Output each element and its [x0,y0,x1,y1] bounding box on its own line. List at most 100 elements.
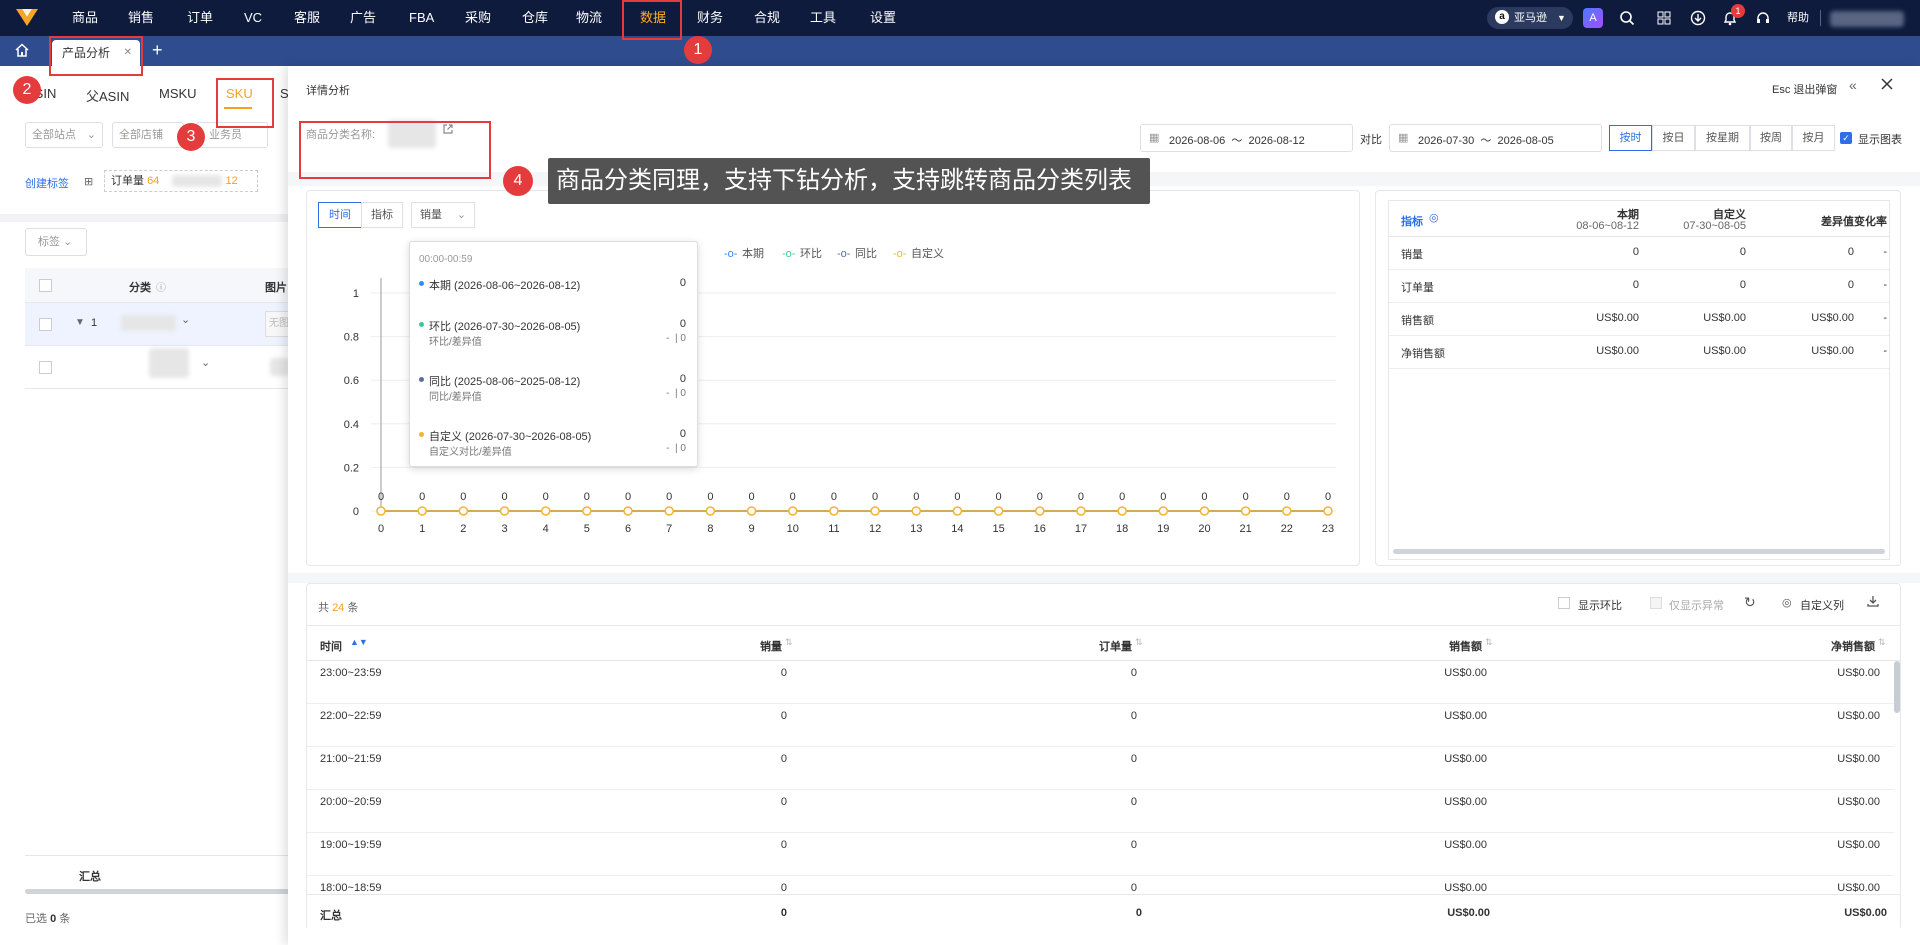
download-circle-icon[interactable] [1688,8,1708,28]
granularity-option[interactable]: 按月 [1792,125,1835,151]
grid-view-icon[interactable]: ⊞ [84,175,93,188]
home-icon[interactable] [14,42,32,60]
site-filter-select[interactable]: 全部站点 ⌄ [25,122,103,148]
nav-item[interactable]: 财务 [697,0,723,36]
data-point[interactable] [870,506,880,516]
data-point[interactable] [1158,506,1169,516]
data-point[interactable] [1076,506,1086,516]
shop-filter-select[interactable]: 全部店铺 [112,122,184,148]
table-row[interactable]: 23:00~23:59 0 0 US$0.00 US$0.00 [307,661,1894,704]
data-point[interactable] [705,506,716,516]
user-name-blurred[interactable] [1830,11,1904,27]
table-row[interactable]: ⌄ [25,346,290,389]
horizontal-scrollbar[interactable] [25,889,290,894]
nav-item[interactable]: 合规 [754,0,780,36]
col-sales-amount[interactable]: 销售额 [1407,638,1482,654]
data-point[interactable] [664,506,674,516]
custom-columns-icon[interactable]: ◎ [1782,596,1792,609]
data-point[interactable] [1282,506,1292,516]
granularity-option[interactable]: 按日 [1652,125,1695,151]
esc-exit-hint[interactable]: Esc 退出弹窗 [1772,81,1837,97]
table-row[interactable]: 20:00~20:59 0 0 US$0.00 US$0.00 [307,790,1894,833]
data-point[interactable] [499,506,510,516]
data-point[interactable] [746,506,757,516]
only-abnormal-checkbox[interactable] [1650,597,1662,609]
table-row[interactable]: 21:00~21:59 0 0 US$0.00 US$0.00 [307,747,1894,790]
granularity-option[interactable]: 按时 [1609,125,1652,151]
headset-support-icon[interactable] [1753,8,1773,28]
help-circle-icon[interactable]: ⓘ [156,279,166,294]
nav-item[interactable]: 商品 [72,0,98,36]
create-tag-link[interactable]: 创建标签 [25,175,69,191]
expand-caret-icon[interactable]: ▼ [75,317,85,328]
marketplace-switcher[interactable]: a 亚马逊 ▼ [1487,7,1573,29]
sort-icon[interactable]: ▲▼ [350,637,368,647]
nav-item[interactable]: 工具 [810,0,836,36]
data-point[interactable] [911,506,922,516]
col-time[interactable]: 时间 [320,638,342,654]
nav-item[interactable]: 客服 [294,0,320,36]
app-logo-icon[interactable] [14,6,40,30]
subtab-msku[interactable]: MSKU [159,86,197,101]
table-row[interactable]: 22:00~22:59 0 0 US$0.00 US$0.00 [307,704,1894,747]
col-order-qty[interactable]: 订单量 [1057,638,1132,654]
col-sales-qty[interactable]: 销量 [707,638,782,654]
table-row[interactable]: 19:00~19:59 0 0 US$0.00 US$0.00 [307,833,1894,876]
custom-columns-button[interactable]: 自定义列 [1800,597,1844,613]
compare-date-range-picker[interactable]: ▦ 2026-07-30 ～ 2026-08-05 [1389,124,1602,152]
data-point[interactable] [1199,506,1210,516]
tag-filter-button[interactable]: 标签 ⌄ [25,228,87,256]
data-point[interactable] [829,506,839,516]
data-point[interactable] [787,506,798,516]
nav-item[interactable]: FBA [409,0,434,36]
granularity-option[interactable]: 按周 [1750,125,1792,151]
search-icon[interactable] [1617,8,1637,28]
chevron-down-icon[interactable]: ⌄ [181,313,190,326]
data-point[interactable] [1240,506,1251,516]
vertical-scrollbar[interactable] [1894,661,1900,713]
data-point[interactable] [1035,506,1045,516]
nav-item[interactable]: 设置 [870,0,896,36]
table-row[interactable]: ▼ 1 ⌄ 无图 [25,303,295,346]
show-chart-checkbox[interactable]: ✓ [1840,132,1852,144]
add-tab-icon[interactable]: + [152,38,163,62]
horizontal-scrollbar[interactable] [1393,549,1885,554]
row-checkbox[interactable] [39,361,52,374]
sort-icon[interactable]: ⇅ [1485,637,1493,648]
nav-item[interactable]: 广告 [350,0,376,36]
data-point[interactable] [376,506,386,516]
subtab-parent-asin[interactable]: 父ASIN [86,86,129,105]
data-point[interactable] [993,506,1004,516]
apps-grid-icon[interactable] [1654,8,1674,28]
nav-item[interactable]: 物流 [576,0,602,36]
sort-icon[interactable]: ⇅ [1878,637,1886,648]
table-row[interactable]: 18:00~18:59 0 0 US$0.00 US$0.00 [307,876,1894,894]
data-point[interactable] [417,506,427,516]
data-point[interactable] [458,506,469,516]
row-checkbox[interactable] [39,318,52,331]
col-net-sales[interactable]: 净销售额 [1800,638,1875,654]
settings-icon[interactable]: ◎ [1429,211,1439,224]
nav-item[interactable]: 销售 [128,0,154,36]
refresh-icon[interactable]: ↻ [1744,594,1756,611]
data-point[interactable] [952,506,963,516]
select-all-checkbox[interactable] [39,279,52,292]
date-range-picker[interactable]: ▦ 2026-08-06 ～ 2026-08-12 [1140,124,1353,152]
sort-icon[interactable]: ⇅ [1135,637,1143,648]
data-point[interactable] [1117,506,1127,516]
nav-item[interactable]: 订单 [187,0,213,36]
collapse-double-chevron-icon[interactable]: « [1849,77,1857,93]
data-point[interactable] [582,506,592,516]
data-point[interactable] [1323,506,1333,516]
chevron-down-icon[interactable]: ⌄ [201,356,210,369]
show-mom-checkbox[interactable] [1558,597,1570,609]
data-point[interactable] [623,506,633,516]
export-download-icon[interactable] [1866,594,1882,610]
sort-icon[interactable]: ⇅ [785,637,793,648]
nav-item[interactable]: 仓库 [522,0,548,36]
granularity-option[interactable]: 按星期 [1695,125,1750,151]
nav-item[interactable]: 采购 [465,0,491,36]
close-icon[interactable] [1880,77,1896,93]
ai-assistant-icon[interactable]: A [1583,8,1603,28]
data-point[interactable] [540,506,551,516]
